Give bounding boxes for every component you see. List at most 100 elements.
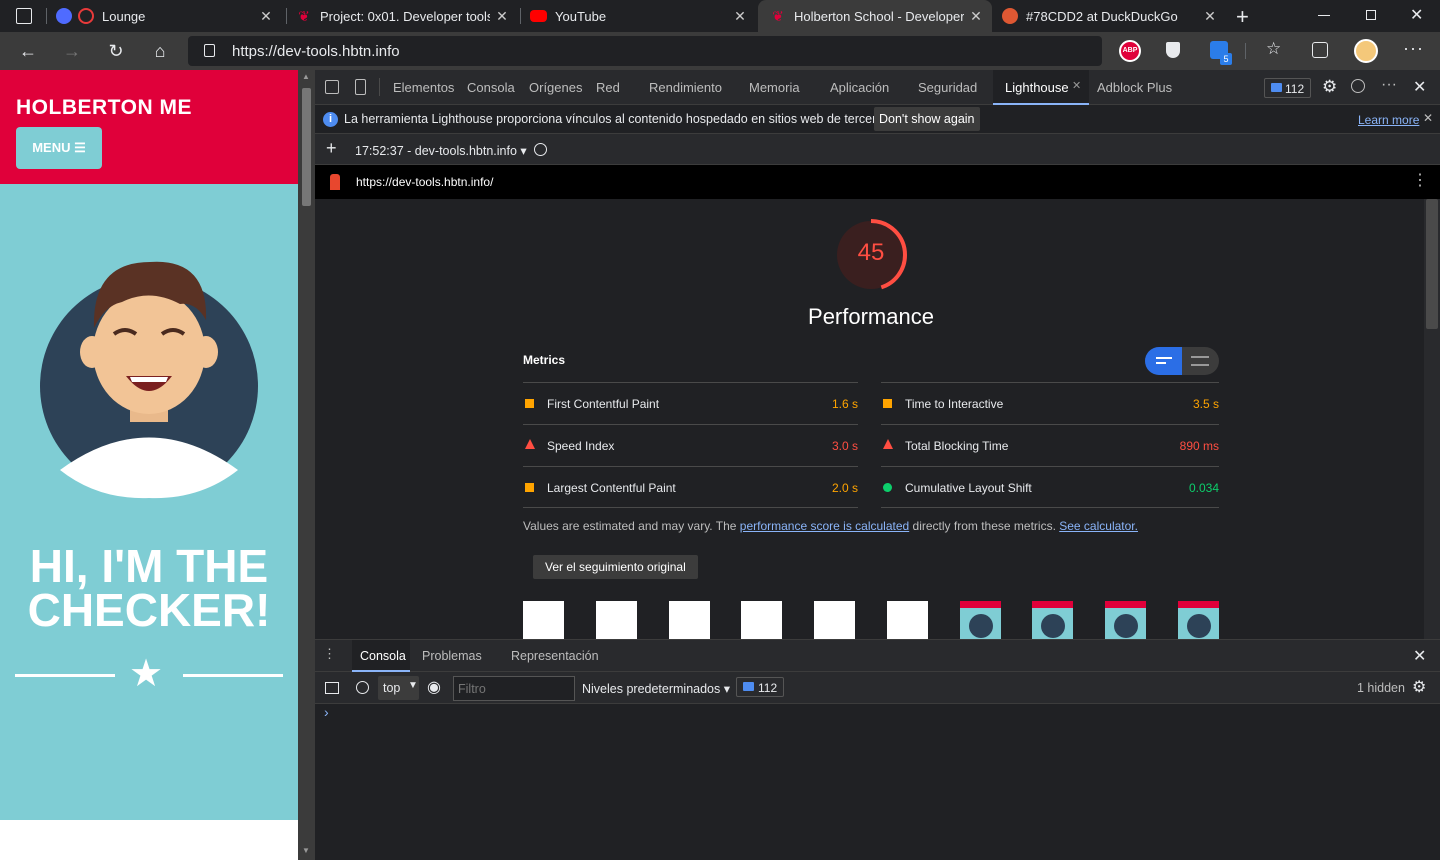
expanded-view-icon[interactable]	[1191, 356, 1209, 366]
tab-rendimiento[interactable]: Rendimiento	[649, 80, 722, 95]
score-calculated-link[interactable]: performance score is calculated	[740, 519, 909, 533]
back-icon[interactable]: ←	[13, 36, 43, 66]
page-scrollbar[interactable]: ▲ ▼	[298, 70, 315, 860]
inspect-icon[interactable]	[325, 80, 339, 94]
device-toggle-icon[interactable]	[355, 79, 366, 95]
metrics-view-toggle[interactable]	[1145, 347, 1219, 375]
tab-holberton-active[interactable]: ❦ Holberton School - Developer to ✕	[758, 0, 992, 32]
shield-icon[interactable]	[1166, 42, 1180, 58]
console-output[interactable]: ›	[315, 704, 1440, 860]
dont-show-again-button[interactable]: Don't show again	[874, 107, 980, 131]
report-menu-icon[interactable]: ⋮	[1412, 170, 1428, 190]
clear-console-icon[interactable]	[356, 681, 369, 694]
view-original-trace-button[interactable]: Ver el seguimiento original	[533, 555, 698, 579]
close-icon[interactable]: ✕	[494, 8, 510, 24]
report-selector-label: 17:52:37 - dev-tools.hbtn.info	[355, 144, 517, 158]
home-icon[interactable]: ⌂	[145, 36, 175, 66]
tab-project[interactable]: ❦ Project: 0x01. Developer tools | H ✕	[296, 0, 518, 32]
report-selector[interactable]: 17:52:37 - dev-tools.hbtn.info ▾	[355, 143, 527, 158]
filmstrip-frame	[596, 601, 637, 639]
minimize-icon[interactable]	[1318, 15, 1330, 16]
clear-icon[interactable]	[534, 143, 547, 156]
close-icon[interactable]: ✕	[1072, 79, 1081, 92]
close-icon[interactable]: ✕	[1423, 111, 1433, 125]
more-menu-icon[interactable]: ···	[1403, 38, 1424, 59]
close-icon[interactable]: ✕	[732, 8, 748, 24]
close-window-icon[interactable]: ✕	[1410, 5, 1423, 25]
lighthouse-report: 45 Performance Metrics First Contentful …	[315, 199, 1424, 639]
drawer-tab-representacion[interactable]: Representación	[511, 649, 599, 663]
report-scroll-thumb[interactable]	[1426, 199, 1438, 329]
metric-value: 1.6 s	[831, 397, 858, 411]
tab-lounge[interactable]: Lounge ✕	[56, 0, 282, 32]
tab-adblock-plus[interactable]: Adblock Plus	[1097, 80, 1172, 95]
filmstrip-frame	[960, 601, 1001, 639]
tab-lighthouse-active[interactable]: Lighthouse ✕	[993, 70, 1089, 105]
log-levels-dropdown[interactable]: Niveles predeterminados ▾	[582, 681, 730, 696]
console-filter-input[interactable]	[453, 676, 575, 701]
metric-name: Total Blocking Time	[905, 439, 1009, 453]
console-issues-counter[interactable]: 112	[736, 677, 784, 697]
forward-icon[interactable]: →	[57, 36, 87, 66]
live-expression-eye-icon[interactable]: ◉	[427, 677, 441, 697]
settings-gear-icon[interactable]: ⚙	[1322, 77, 1337, 97]
filmstrip-frame	[1105, 601, 1146, 639]
tab-origenes[interactable]: Orígenes	[529, 80, 582, 95]
see-calculator-link[interactable]: See calculator.	[1059, 519, 1138, 533]
console-settings-gear-icon[interactable]: ⚙	[1412, 677, 1426, 697]
menu-button[interactable]: MENU ☰	[16, 127, 102, 169]
close-icon[interactable]: ✕	[258, 8, 274, 24]
tab-consola[interactable]: Consola	[467, 80, 515, 95]
average-square-icon	[525, 483, 534, 492]
site-brand[interactable]: HOLBERTON ME	[16, 96, 192, 120]
tab-red[interactable]: Red	[596, 80, 620, 95]
drawer-more-icon[interactable]: ⋮	[323, 646, 336, 662]
info-icon: i	[323, 112, 338, 127]
hero-line-2: CHECKER!	[27, 584, 271, 636]
close-drawer-icon[interactable]: ✕	[1413, 646, 1426, 666]
adblock-icon[interactable]: ABP	[1119, 40, 1141, 62]
issues-counter[interactable]: 112	[1264, 78, 1311, 98]
report-scrollbar[interactable]	[1424, 199, 1440, 639]
tab-elementos[interactable]: Elementos	[393, 80, 454, 95]
tab-duckduckgo[interactable]: #78CDD2 at DuckDuckGo ✕	[1002, 0, 1226, 32]
pass-circle-icon	[883, 483, 892, 492]
fail-triangle-icon	[883, 439, 893, 449]
tab-strip: Lounge ✕ ❦ Project: 0x01. Developer tool…	[0, 0, 1440, 32]
connect-icon[interactable]	[1351, 79, 1365, 93]
lock-icon[interactable]	[204, 44, 215, 57]
scroll-down-icon[interactable]: ▼	[302, 846, 310, 855]
page-scroll-thumb[interactable]	[302, 88, 311, 206]
compact-view-button[interactable]	[1145, 347, 1182, 375]
console-prompt-icon[interactable]: ›	[324, 704, 329, 720]
close-icon[interactable]: ✕	[968, 8, 984, 24]
score-value: 45	[857, 239, 885, 266]
filmstrip-frame	[814, 601, 855, 639]
tab-aplicacion[interactable]: Aplicación	[830, 80, 889, 95]
extension-badge-count: 5	[1220, 53, 1232, 65]
new-report-icon[interactable]: +	[326, 138, 337, 159]
restore-icon[interactable]	[1366, 10, 1376, 20]
sidebar-toggle-icon[interactable]	[325, 682, 339, 694]
report-url[interactable]: https://dev-tools.hbtn.info/	[356, 175, 493, 189]
drawer-tab-consola-active[interactable]: Consola	[352, 640, 410, 672]
learn-more-link[interactable]: Learn more	[1358, 113, 1419, 127]
metric-speed-index: Speed Index 3.0 s	[523, 424, 858, 466]
tab-seguridad[interactable]: Seguridad	[918, 80, 977, 95]
scroll-up-icon[interactable]: ▲	[302, 72, 310, 81]
tab-memoria[interactable]: Memoria	[749, 80, 800, 95]
address-bar[interactable]: https://dev-tools.hbtn.info	[188, 36, 1102, 66]
new-tab-icon[interactable]: +	[1236, 4, 1249, 30]
drawer-tab-problemas[interactable]: Problemas	[422, 649, 482, 663]
collections-icon[interactable]	[1312, 42, 1328, 58]
favorites-icon[interactable]: ☆	[1266, 39, 1281, 59]
reload-icon[interactable]: ↻	[101, 36, 131, 66]
tab-youtube[interactable]: YouTube ✕	[530, 0, 756, 32]
avatar[interactable]	[1354, 39, 1378, 63]
close-icon[interactable]: ✕	[1202, 8, 1218, 24]
more-options-icon[interactable]: ···	[1381, 76, 1397, 94]
tab-actions-icon[interactable]	[16, 8, 32, 24]
context-selector[interactable]: top ▼	[378, 676, 419, 700]
metric-time-to-interactive: Time to Interactive 3.5 s	[881, 382, 1219, 424]
close-devtools-icon[interactable]: ✕	[1413, 77, 1426, 97]
